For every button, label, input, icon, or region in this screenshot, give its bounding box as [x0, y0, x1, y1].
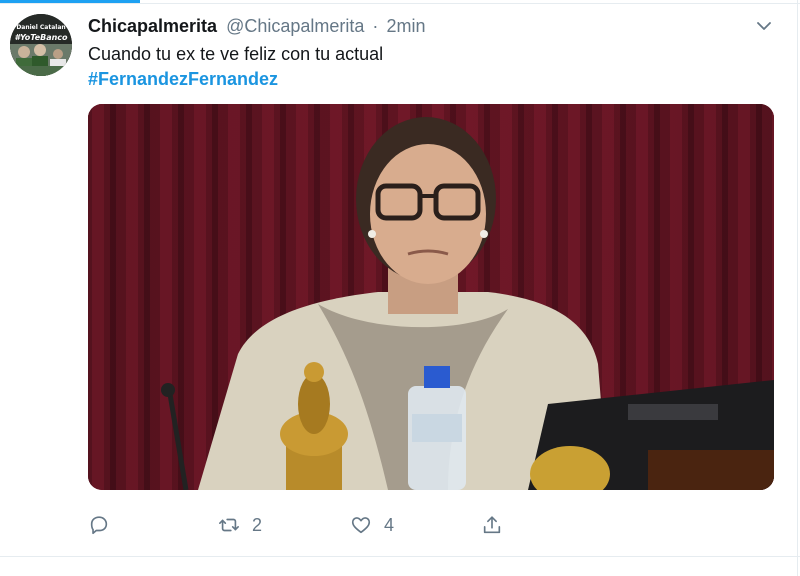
separator-dot: · — [372, 16, 379, 36]
tweet-bottom-divider — [0, 556, 800, 557]
tweet-header: Chicapalmerita @Chicapalmerita · 2min — [88, 14, 748, 38]
heart-icon — [351, 517, 371, 534]
photo-image — [88, 104, 774, 490]
share-icon — [483, 516, 501, 534]
avatar[interactable]: Daniel Catalan #YoTeBanco — [10, 14, 72, 76]
tweet-media-photo[interactable] — [88, 104, 774, 490]
retweet-button[interactable]: 2 — [218, 512, 262, 538]
like-count: 4 — [384, 514, 395, 535]
avatar-caption-line2: #YoTeBanco — [14, 33, 68, 42]
avatar-caption-line1: Daniel Catalan — [16, 24, 66, 31]
right-border — [797, 0, 798, 576]
share-button[interactable] — [481, 512, 503, 538]
hashtag-link[interactable]: #FernandezFernandez — [88, 67, 278, 91]
reply-icon — [90, 516, 108, 535]
top-divider — [0, 3, 800, 4]
reply-button[interactable] — [88, 512, 110, 538]
timestamp[interactable]: 2min — [386, 16, 425, 36]
retweet-icon — [219, 518, 239, 532]
chevron-down-icon[interactable] — [754, 16, 774, 36]
tweet-text: Cuando tu ex te ve feliz con tu actual — [88, 44, 384, 64]
display-name[interactable]: Chicapalmerita — [88, 16, 217, 36]
retweet-count: 2 — [252, 514, 263, 535]
like-button[interactable]: 4 — [350, 512, 394, 538]
user-handle[interactable]: @Chicapalmerita — [226, 16, 364, 36]
